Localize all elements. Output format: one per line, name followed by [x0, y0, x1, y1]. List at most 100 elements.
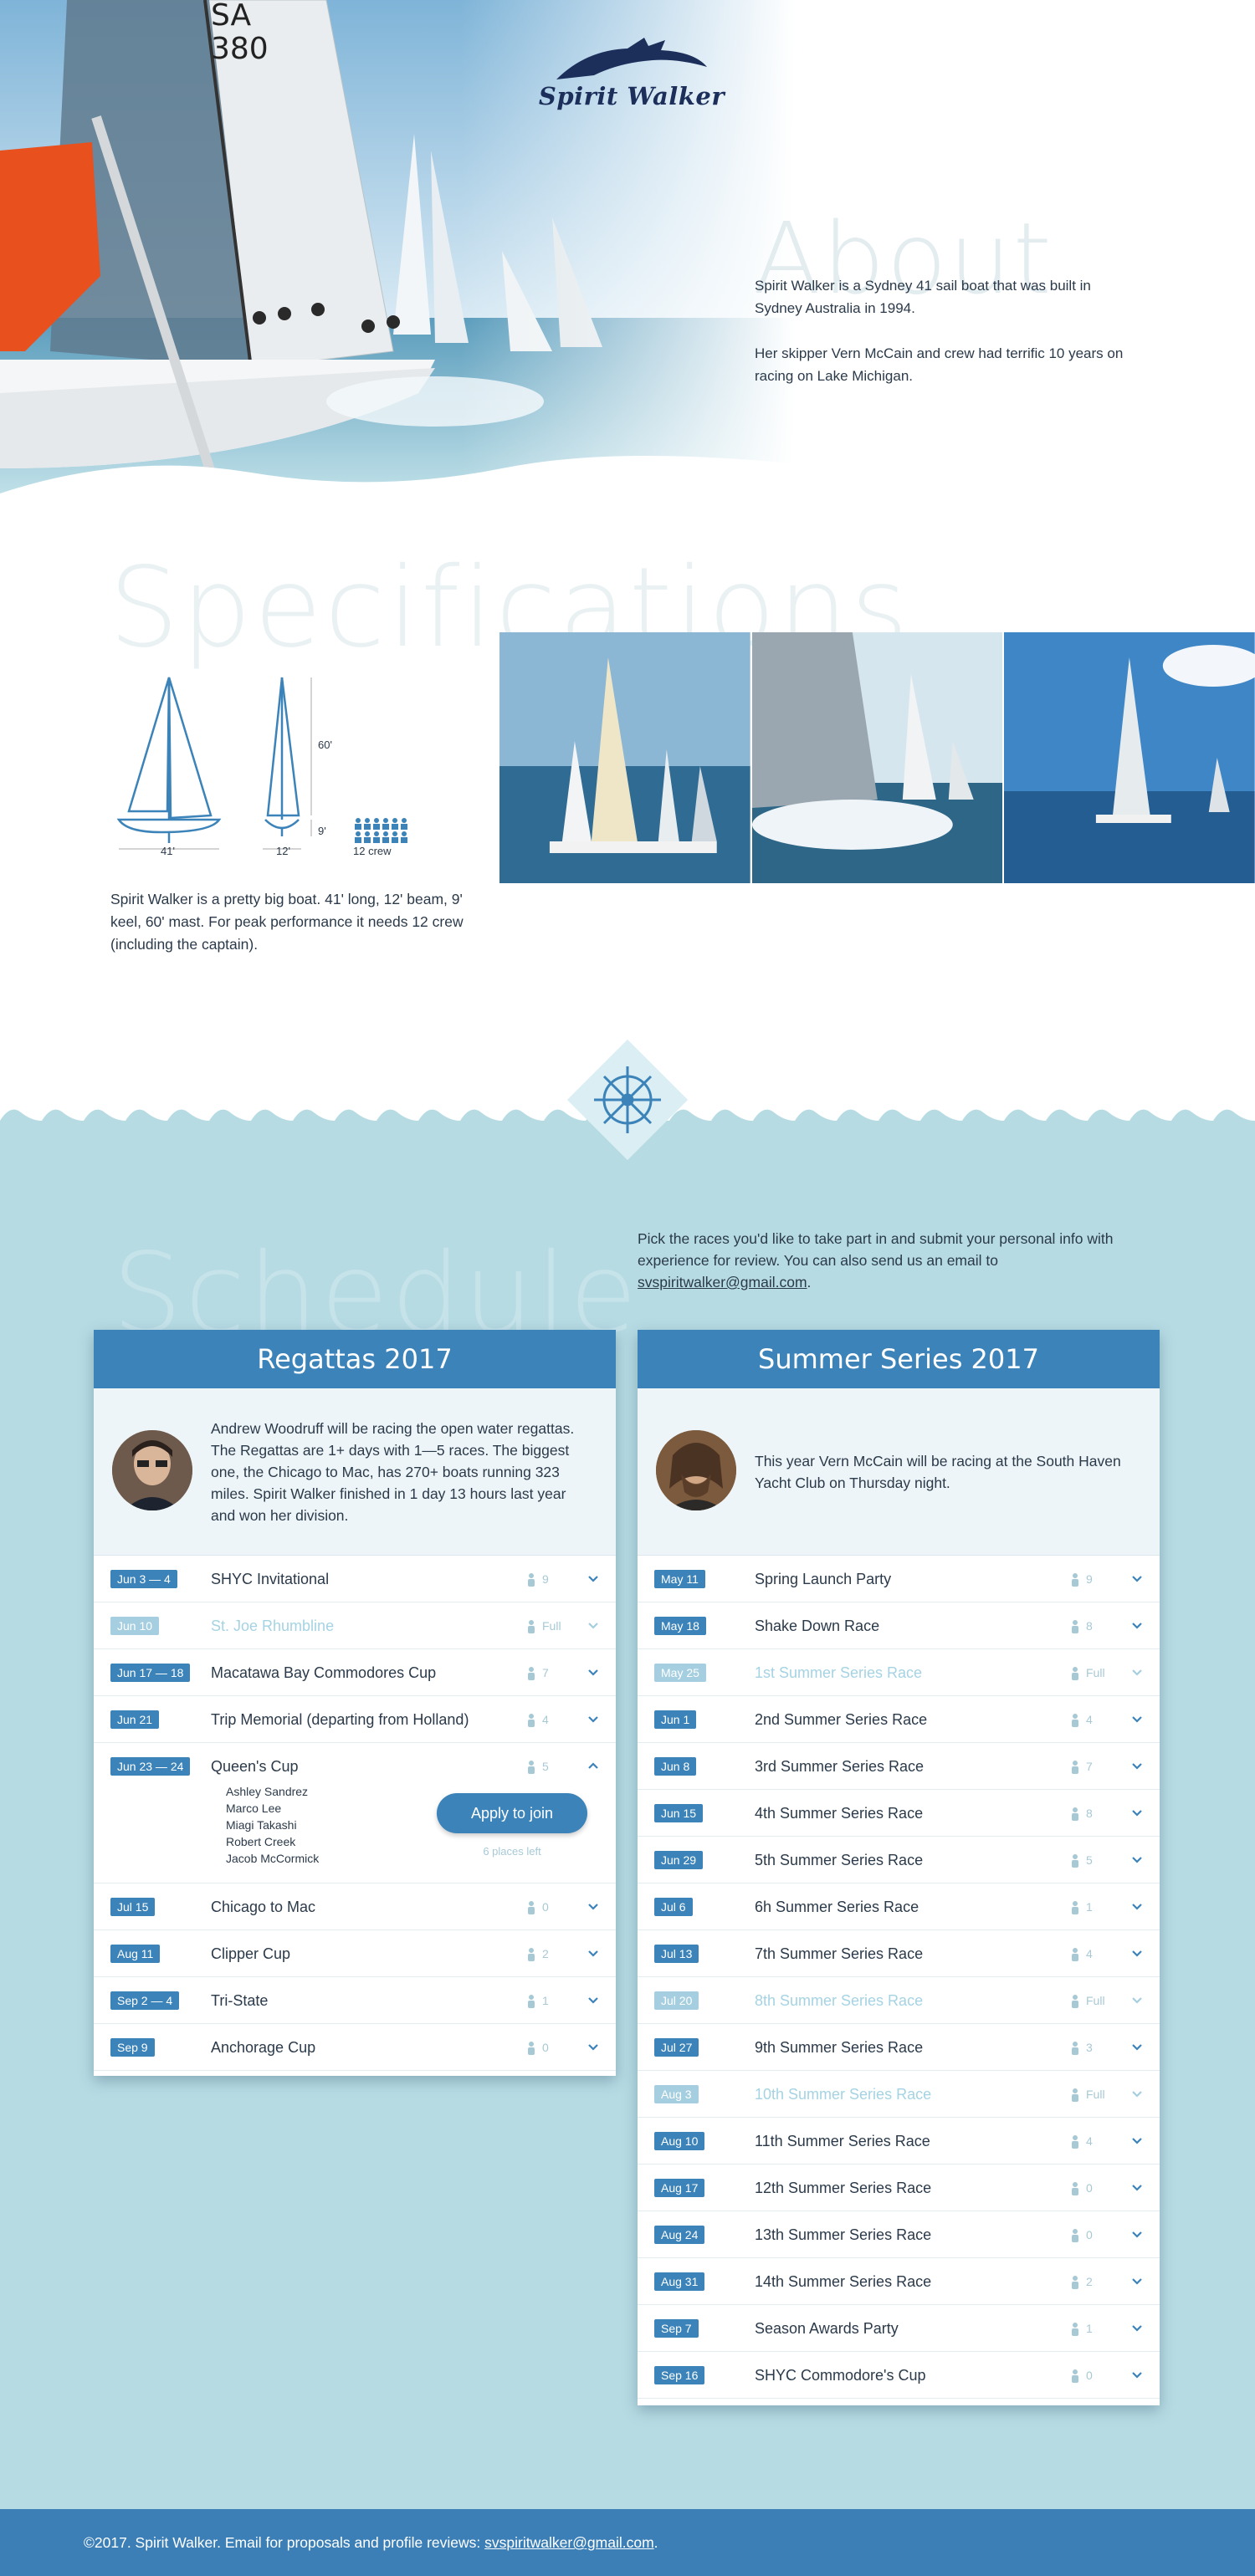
chevron-down-icon[interactable]: [1131, 1900, 1143, 1912]
chevron-down-icon[interactable]: [1131, 1619, 1143, 1631]
race-row[interactable]: Jul 27 9th Summer Series Race 3: [638, 2024, 1160, 2071]
race-row[interactable]: May 18 Shake Down Race 8: [638, 1602, 1160, 1649]
race-title[interactable]: Anchorage Cup: [211, 2024, 315, 2071]
chevron-down-icon[interactable]: [1131, 2369, 1143, 2380]
chevron-down-icon[interactable]: [1131, 2181, 1143, 2193]
crew-count-value: 0: [542, 1900, 549, 1914]
crew-count: 4: [527, 1696, 549, 1743]
race-title[interactable]: 5th Summer Series Race: [755, 1837, 923, 1883]
race-row[interactable]: Aug 31 14th Summer Series Race 2: [638, 2258, 1160, 2305]
race-row[interactable]: Sep 2 — 4 Tri-State 1: [94, 1977, 616, 2024]
mast-label: 60': [318, 739, 332, 751]
chevron-down-icon[interactable]: [587, 1572, 599, 1584]
race-title[interactable]: 8th Summer Series Race: [755, 1977, 923, 2024]
race-row[interactable]: Aug 11 Clipper Cup 2: [94, 1930, 616, 1977]
race-row[interactable]: Jun 8 3rd Summer Series Race 7: [638, 1743, 1160, 1790]
race-title[interactable]: Macatawa Bay Commodores Cup: [211, 1649, 436, 1696]
race-title[interactable]: SHYC Invitational: [211, 1556, 329, 1602]
chevron-down-icon[interactable]: [1131, 2134, 1143, 2146]
chevron-down-icon[interactable]: [1131, 2228, 1143, 2240]
race-row[interactable]: Jun 23 — 24 Queen's Cup 5 Ashley Sandrez Mar…: [94, 1743, 616, 1883]
race-title[interactable]: Season Awards Party: [755, 2305, 899, 2352]
chevron-down-icon[interactable]: [1131, 1994, 1143, 2006]
crew-member-name: Miagi Takashi: [226, 1818, 297, 1832]
race-row[interactable]: May 11 Spring Launch Party 9: [638, 1556, 1160, 1602]
footer-email-link[interactable]: svspiritwalker@gmail.com: [484, 2534, 654, 2551]
race-title[interactable]: 7th Summer Series Race: [755, 1930, 923, 1977]
chevron-down-icon[interactable]: [1131, 2088, 1143, 2099]
race-title[interactable]: Clipper Cup: [211, 1930, 290, 1977]
race-row[interactable]: Sep 7 Season Awards Party 1: [638, 2305, 1160, 2352]
race-title[interactable]: 13th Summer Series Race: [755, 2211, 931, 2258]
schedule-email-link[interactable]: svspiritwalker@gmail.com: [638, 1274, 807, 1291]
race-row[interactable]: Jun 1 2nd Summer Series Race 4: [638, 1696, 1160, 1743]
race-title[interactable]: 1st Summer Series Race: [755, 1649, 922, 1696]
race-row[interactable]: Jun 17 — 18 Macatawa Bay Commodores Cup 7: [94, 1649, 616, 1696]
chevron-down-icon[interactable]: [587, 1900, 599, 1912]
race-title[interactable]: SHYC Commodore's Cup: [755, 2352, 926, 2399]
apply-to-join-button[interactable]: Apply to join: [437, 1793, 587, 1833]
race-row[interactable]: Aug 24 13th Summer Series Race 0: [638, 2211, 1160, 2258]
chevron-down-icon[interactable]: [1131, 1947, 1143, 1959]
race-row[interactable]: Jul 20 8th Summer Series Race Full: [638, 1977, 1160, 2024]
chevron-down-icon[interactable]: [1131, 1853, 1143, 1865]
chevron-down-icon[interactable]: [1131, 2322, 1143, 2333]
crew-count: 8: [1071, 1602, 1093, 1649]
race-title[interactable]: 11th Summer Series Race: [755, 2118, 930, 2165]
spirit-walker-logo[interactable]: Spirit Walker: [527, 33, 736, 125]
race-title[interactable]: 6h Summer Series Race: [755, 1883, 919, 1930]
race-title[interactable]: 12th Summer Series Race: [755, 2165, 931, 2211]
chevron-down-icon[interactable]: [587, 1713, 599, 1725]
person-icon: [1072, 1807, 1078, 1822]
race-title[interactable]: Tri-State: [211, 1977, 268, 2024]
race-row[interactable]: Jun 10 St. Joe Rhumbline Full: [94, 1602, 616, 1649]
chevron-down-icon[interactable]: [1131, 1572, 1143, 1584]
race-row[interactable]: Aug 3 10th Summer Series Race Full: [638, 2071, 1160, 2118]
chevron-down-icon[interactable]: [587, 1947, 599, 1959]
crew-count: 0: [527, 1883, 549, 1930]
race-row[interactable]: Jul 6 6h Summer Series Race 1: [638, 1883, 1160, 1930]
race-date-badge: Jun 10: [110, 1617, 160, 1635]
race-title[interactable]: 4th Summer Series Race: [755, 1790, 923, 1837]
race-title[interactable]: 14th Summer Series Race: [755, 2258, 931, 2305]
gallery-photo-open-water[interactable]: [1004, 632, 1255, 883]
gallery-photo-fleet[interactable]: [499, 632, 750, 883]
race-row[interactable]: May 25 1st Summer Series Race Full: [638, 1649, 1160, 1696]
race-title[interactable]: 9th Summer Series Race: [755, 2024, 923, 2071]
gallery-photo-crew[interactable]: [751, 632, 1003, 883]
chevron-down-icon[interactable]: [1131, 1666, 1143, 1678]
race-row[interactable]: Jun 15 4th Summer Series Race 8: [638, 1790, 1160, 1837]
chevron-down-icon[interactable]: [1131, 1713, 1143, 1725]
chevron-down-icon[interactable]: [587, 1666, 599, 1678]
race-title[interactable]: Trip Memorial (departing from Holland): [211, 1696, 469, 1743]
crew-count-value: 3: [1086, 2041, 1093, 2054]
person-icon: [528, 2042, 535, 2056]
chevron-up-icon[interactable]: [587, 1760, 599, 1771]
chevron-down-icon[interactable]: [587, 1619, 599, 1631]
chevron-down-icon[interactable]: [587, 2041, 599, 2052]
race-row[interactable]: Jul 15 Chicago to Mac 0: [94, 1883, 616, 1930]
race-row[interactable]: Jul 13 7th Summer Series Race 4: [638, 1930, 1160, 1977]
chevron-down-icon[interactable]: [1131, 2275, 1143, 2287]
race-row[interactable]: Sep 16 SHYC Commodore's Cup 0: [638, 2352, 1160, 2399]
race-title[interactable]: 2nd Summer Series Race: [755, 1696, 927, 1743]
race-title[interactable]: St. Joe Rhumbline: [211, 1602, 334, 1649]
chevron-down-icon[interactable]: [1131, 2041, 1143, 2052]
crew-count: Full: [1071, 2071, 1105, 2118]
chevron-down-icon[interactable]: [1131, 1760, 1143, 1771]
race-date-badge: Sep 2 — 4: [110, 1991, 180, 2010]
race-row[interactable]: Aug 17 12th Summer Series Race 0: [638, 2165, 1160, 2211]
race-row[interactable]: Sep 9 Anchorage Cup 0: [94, 2024, 616, 2071]
race-row[interactable]: Jun 21 Trip Memorial (departing from Holl…: [94, 1696, 616, 1743]
race-row[interactable]: Jun 3 — 4 SHYC Invitational 9: [94, 1556, 616, 1602]
race-title[interactable]: Chicago to Mac: [211, 1883, 315, 1930]
race-row[interactable]: Aug 10 11th Summer Series Race 4: [638, 2118, 1160, 2165]
race-row[interactable]: Jun 29 5th Summer Series Race 5: [638, 1837, 1160, 1883]
crew-count: 2: [1071, 2258, 1093, 2305]
chevron-down-icon[interactable]: [587, 1994, 599, 2006]
race-title[interactable]: Spring Launch Party: [755, 1556, 891, 1602]
chevron-down-icon[interactable]: [1131, 1807, 1143, 1818]
race-title[interactable]: Shake Down Race: [755, 1602, 879, 1649]
race-title[interactable]: 3rd Summer Series Race: [755, 1743, 924, 1790]
race-title[interactable]: 10th Summer Series Race: [755, 2071, 931, 2118]
